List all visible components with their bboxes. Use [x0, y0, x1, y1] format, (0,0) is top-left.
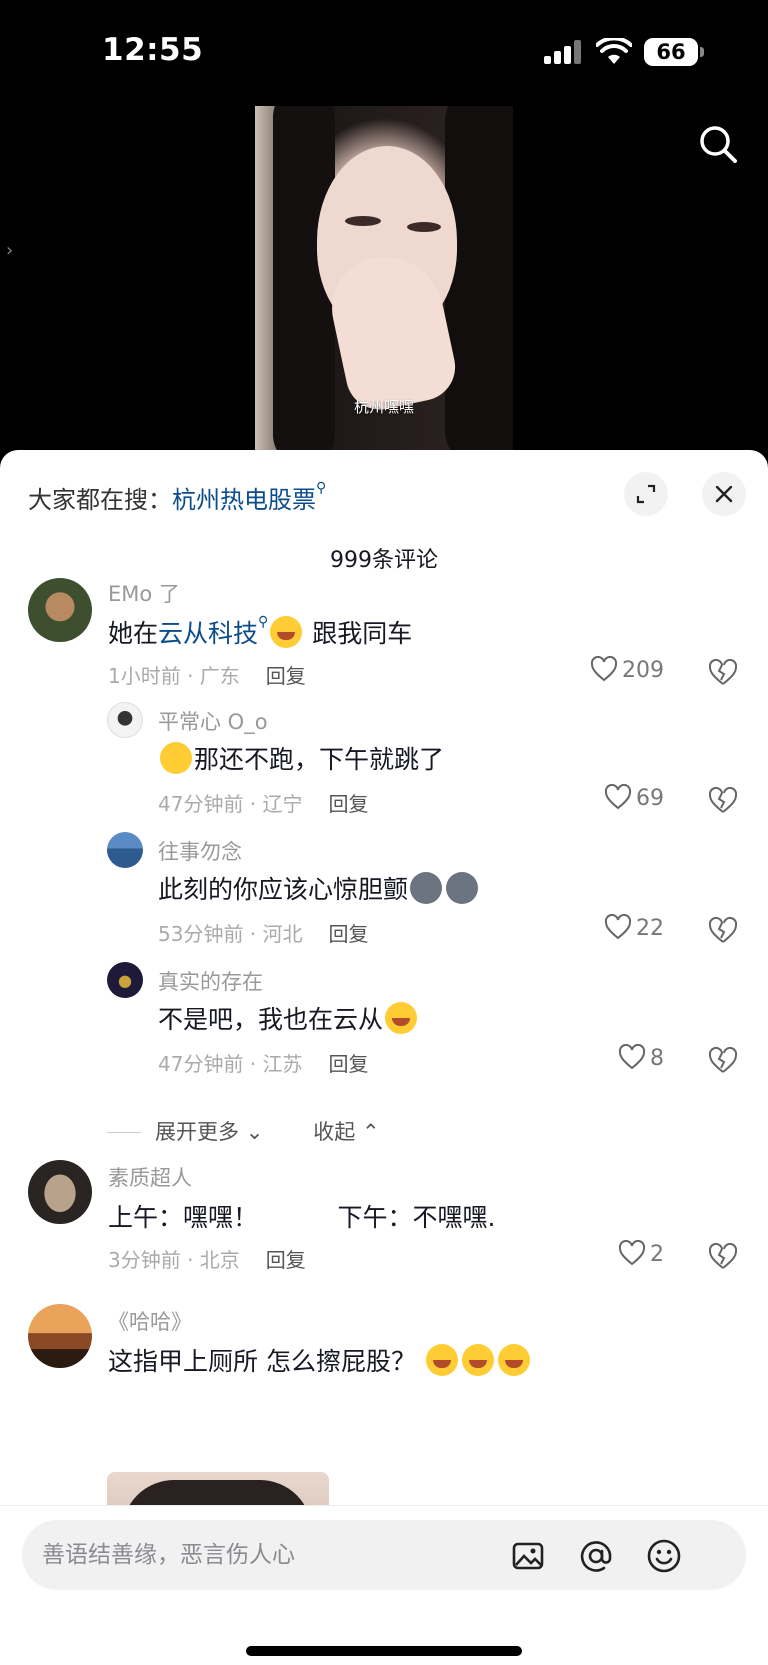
comment-author[interactable]: 素质超人 [108, 1162, 192, 1192]
like-button[interactable]: 69 [604, 783, 664, 811]
heart-icon [604, 913, 632, 940]
reply-button[interactable]: 回复 [266, 664, 306, 688]
comment-text: 此刻的你应该心惊胆颤 [158, 870, 480, 906]
husky-emoji-icon [410, 872, 443, 904]
reply-button[interactable]: 回复 [329, 1052, 369, 1076]
comment-author[interactable]: 《哈哈》 [108, 1306, 192, 1336]
comment-input-bar [0, 1505, 768, 1665]
status-bar: 12:55 66 [0, 0, 768, 100]
comment-meta: 53分钟前 · 河北 回复 [158, 922, 369, 946]
battery-icon: 66 [644, 38, 698, 66]
cellular-signal-icon [544, 40, 584, 64]
like-count: 69 [636, 786, 664, 811]
comment-meta: 47分钟前 · 江苏 回复 [158, 1052, 369, 1076]
comment-input[interactable] [42, 1532, 512, 1578]
image-icon[interactable] [510, 1538, 546, 1574]
comment-count: 999条评论 [330, 548, 438, 573]
crying-emoji-icon [497, 1344, 530, 1376]
like-count: 8 [650, 1046, 664, 1071]
home-indicator [246, 1646, 522, 1656]
broken-heart-icon[interactable] [708, 1242, 738, 1270]
expand-more-button[interactable]: 展开更多 ⌄ [155, 1120, 263, 1144]
video-player[interactable]: › 杭州嘿嘿 [0, 100, 768, 450]
comment-sheet: 大家都在搜：杭州热电股票⚲ 999条评论 EMo 了 她在云从科技⚲ 跟我同车 … [0, 450, 768, 1665]
search-icon: ⚲ [316, 480, 327, 496]
avatar[interactable] [28, 1160, 92, 1224]
emoji-icon[interactable] [646, 1538, 682, 1574]
avatar[interactable] [107, 832, 143, 868]
laughing-crying-emoji-icon [385, 1002, 418, 1034]
expand-icon [636, 484, 656, 504]
comment-text: 她在云从科技⚲ 跟我同车 [108, 614, 413, 648]
avatar[interactable] [107, 962, 143, 998]
hot-search-keyword[interactable]: 杭州热电股票 [172, 486, 316, 514]
like-count: 22 [636, 916, 664, 941]
heart-icon [618, 1043, 646, 1070]
comment-text: 上午：嘿嘿！ 下午：不嘿嘿. [108, 1203, 496, 1232]
comment-meta: 1小时前 · 广东 回复 [108, 664, 306, 688]
collapse-button[interactable]: 收起 ⌃ [313, 1120, 379, 1144]
wifi-icon [596, 38, 632, 64]
chevron-down-icon: ⌄ [245, 1120, 264, 1144]
heart-icon [618, 1239, 646, 1266]
reply-button[interactable]: 回复 [266, 1248, 306, 1272]
chevron-right-icon[interactable]: › [6, 240, 13, 261]
close-button[interactable] [702, 472, 746, 516]
at-icon[interactable] [578, 1538, 614, 1574]
broken-heart-icon[interactable] [708, 916, 738, 944]
comment-meta: 47分钟前 · 辽宁 回复 [158, 792, 369, 816]
expand-button[interactable] [624, 472, 668, 516]
comment-author[interactable]: 平常心 O_o [158, 706, 268, 736]
crying-emoji-icon [270, 616, 303, 648]
reply-button[interactable]: 回复 [329, 792, 369, 816]
broken-heart-icon[interactable] [708, 1046, 738, 1074]
crying-emoji-icon [461, 1344, 494, 1376]
like-button[interactable]: 209 [590, 655, 664, 683]
close-icon [715, 485, 733, 503]
avatar[interactable] [107, 702, 143, 738]
video-caption: 杭州嘿嘿 [353, 398, 414, 416]
comment-meta: 3分钟前 · 北京 回复 [108, 1248, 306, 1272]
broken-heart-icon[interactable] [708, 786, 738, 814]
search-icon: ⚲ [258, 614, 269, 630]
reply-button[interactable]: 回复 [329, 922, 369, 946]
hot-search-bar[interactable]: 大家都在搜：杭州热电股票⚲ [28, 480, 326, 515]
like-button[interactable]: 2 [618, 1239, 664, 1267]
battery-cap [700, 47, 704, 57]
search-icon[interactable] [696, 122, 740, 166]
like-count: 209 [622, 658, 664, 683]
like-button[interactable]: 22 [604, 913, 664, 941]
comment-input-container [22, 1520, 746, 1590]
comment-author[interactable]: EMo 了 [108, 578, 180, 608]
comment-author[interactable]: 往事勿念 [158, 836, 242, 866]
comment-keyword-link[interactable]: 云从科技 [158, 619, 258, 648]
heart-icon [604, 783, 632, 810]
husky-emoji-icon [446, 872, 479, 904]
comment-text: 不是吧，我也在云从 [158, 1000, 419, 1036]
replies-toggle-row: 展开更多 ⌄ 收起 ⌃ [107, 1116, 380, 1146]
comment-text: 那还不跑，下午就跳了 [158, 740, 444, 776]
heart-icon [590, 655, 618, 682]
broken-heart-icon[interactable] [708, 658, 738, 686]
like-count: 2 [650, 1242, 664, 1267]
avatar[interactable] [28, 578, 92, 642]
crying-emoji-icon [425, 1344, 458, 1376]
chevron-up-icon: ⌃ [361, 1120, 380, 1144]
avatar[interactable] [28, 1304, 92, 1368]
video-frame[interactable]: 杭州嘿嘿 [255, 106, 513, 450]
sweating-emoji-icon [160, 742, 192, 774]
comment-author[interactable]: 真实的存在 [158, 966, 263, 996]
comment-text: 这指甲上厕所 怎么擦屁股？ [108, 1342, 532, 1378]
like-button[interactable]: 8 [618, 1043, 664, 1071]
hot-search-prefix: 大家都在搜： [28, 486, 172, 514]
status-time: 12:55 [102, 32, 204, 68]
